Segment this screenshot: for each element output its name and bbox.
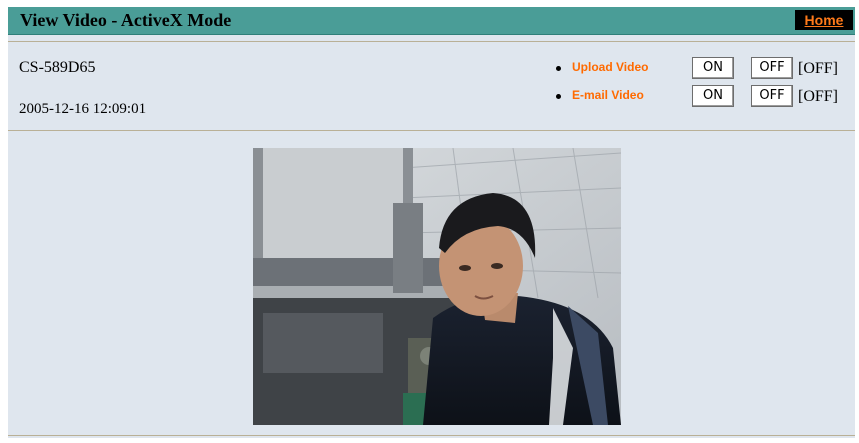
main-panel: View Video - ActiveX Mode Home CS-589D65… <box>8 7 855 438</box>
divider-middle <box>8 130 855 131</box>
email-video-link[interactable]: E-mail Video <box>572 88 644 102</box>
video-frame-image <box>253 148 621 425</box>
upload-video-on-button[interactable]: ON <box>692 57 734 79</box>
page-title: View Video - ActiveX Mode <box>20 10 232 30</box>
home-button-box[interactable]: Home <box>795 10 853 30</box>
upload-video-off-button[interactable]: OFF <box>751 57 793 79</box>
bullet-icon <box>556 66 561 71</box>
upload-video-status: [OFF] <box>798 60 839 77</box>
upload-video-link[interactable]: Upload Video <box>572 60 648 74</box>
email-video-row: E-mail Video ON OFF [OFF] <box>8 85 855 111</box>
upload-video-row: Upload Video ON OFF [OFF] <box>8 57 855 83</box>
title-bar: View Video - ActiveX Mode Home <box>8 7 855 35</box>
divider-top <box>8 41 855 42</box>
divider-bottom <box>8 435 855 436</box>
email-video-off-button[interactable]: OFF <box>751 85 793 107</box>
email-video-status: [OFF] <box>798 88 839 105</box>
email-video-on-button[interactable]: ON <box>692 85 734 107</box>
live-video-view[interactable] <box>253 148 621 425</box>
bullet-icon <box>556 94 561 99</box>
home-link[interactable]: Home <box>805 12 844 28</box>
